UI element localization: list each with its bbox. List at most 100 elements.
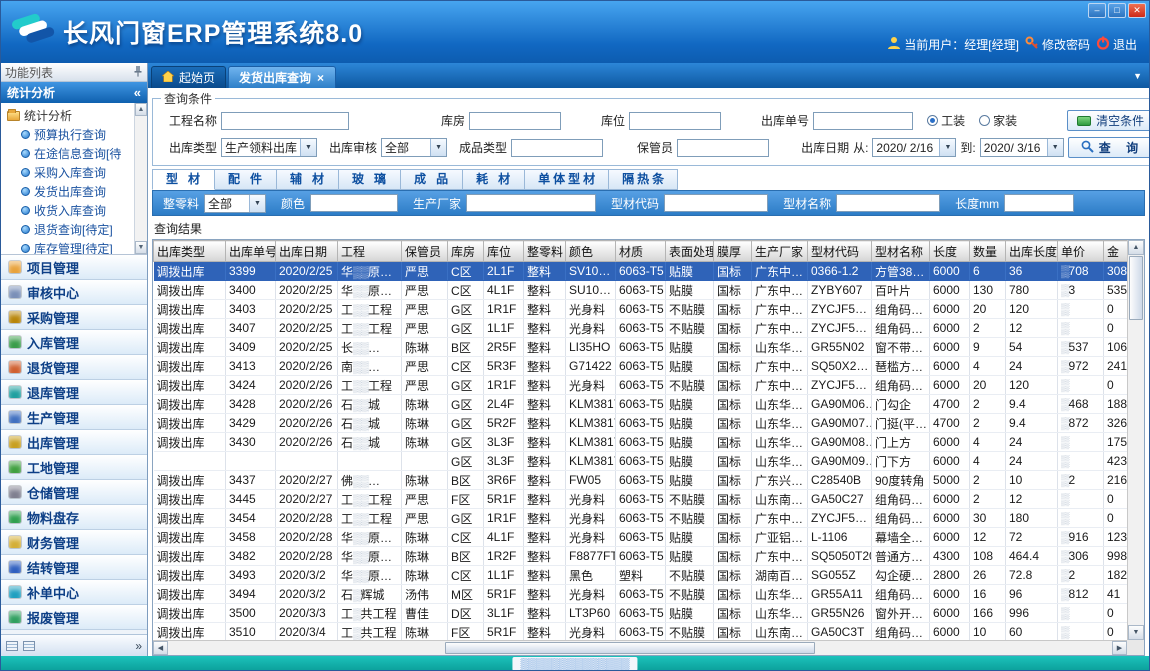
tree-item[interactable]: 采购入库查询 (7, 163, 133, 182)
cell[interactable]: 严思 (402, 319, 448, 338)
cell[interactable]: 光身料 (566, 490, 616, 509)
cell[interactable]: 308 (1104, 262, 1128, 281)
cell[interactable]: G区 (448, 414, 484, 433)
cell[interactable]: 2020/2/26 (276, 414, 338, 433)
column-header[interactable]: 库房 (448, 241, 484, 262)
cell[interactable]: ZYCJF5… (808, 319, 872, 338)
cell[interactable]: 华▒▒原… (338, 547, 402, 566)
cell[interactable]: 2 (970, 490, 1006, 509)
cell[interactable]: M区 (448, 585, 484, 604)
cell[interactable]: 光身料 (566, 300, 616, 319)
cell[interactable]: 0366-1.2 (808, 262, 872, 281)
cell[interactable]: KLM3817 (566, 433, 616, 452)
cell[interactable]: 2020/3/2 (276, 566, 338, 585)
cell[interactable]: 4 (970, 433, 1006, 452)
cell[interactable]: 20 (970, 376, 1006, 395)
cell[interactable]: 组角码… (872, 585, 930, 604)
cell[interactable]: 广亚铝… (752, 528, 808, 547)
cell[interactable]: 24 (1006, 433, 1058, 452)
cell[interactable]: 4 (970, 357, 1006, 376)
cell[interactable]: 6063-T5 (616, 357, 666, 376)
cell[interactable]: 黑色 (566, 566, 616, 585)
clear-conditions-button[interactable]: 清空条件 (1067, 110, 1150, 131)
cell[interactable]: 2020/2/27 (276, 471, 338, 490)
cell[interactable]: 2020/3/4 (276, 623, 338, 641)
cell[interactable]: 106 (1104, 338, 1128, 357)
material-tab[interactable]: 玻璃 (339, 169, 401, 190)
cell[interactable]: 0 (1104, 604, 1128, 623)
table-row[interactable]: 调拨出库34542020/2/28工▒▒工程严思G区1R1F整料光身料6063-… (154, 509, 1128, 528)
cell[interactable]: 不贴膜 (666, 319, 714, 338)
cell[interactable]: 陈琳 (402, 547, 448, 566)
cell[interactable]: 3L1F (484, 604, 524, 623)
radio-workwear[interactable]: 工装 (927, 112, 965, 129)
table-row[interactable]: 调拨出库34032020/2/25工▒▒工程严思G区1R1F整料光身料6063-… (154, 300, 1128, 319)
cell[interactable]: 广东中… (752, 300, 808, 319)
cell[interactable]: 2020/2/25 (276, 338, 338, 357)
cell[interactable]: 3400 (226, 281, 276, 300)
column-header[interactable]: 金 (1104, 241, 1128, 262)
sidebar-item-return-goods[interactable]: 退货管理 (1, 355, 147, 380)
cell[interactable]: ▒ (1058, 319, 1104, 338)
cell[interactable]: 湖南百… (752, 566, 808, 585)
sidebar-item-project[interactable]: 项目管理 (1, 255, 147, 280)
cell[interactable]: ▒537 (1058, 338, 1104, 357)
keeper-input[interactable] (677, 139, 769, 157)
cell[interactable]: 陈琳 (402, 471, 448, 490)
cell[interactable]: 山东南… (752, 490, 808, 509)
cell[interactable]: 0 (1104, 300, 1128, 319)
cell[interactable]: 调拨出库 (154, 338, 226, 357)
cell[interactable]: ▒916 (1058, 528, 1104, 547)
cell[interactable]: 国标 (714, 509, 752, 528)
cell[interactable]: 4L1F (484, 281, 524, 300)
cell[interactable]: 贴膜 (666, 604, 714, 623)
sidebar-item-audit[interactable]: 审核中心 (1, 280, 147, 305)
cell[interactable]: C28540B (808, 471, 872, 490)
sidebar-item-warehouse[interactable]: 仓储管理 (1, 480, 147, 505)
cell[interactable] (338, 452, 402, 471)
cell[interactable]: 6063-T5 (616, 281, 666, 300)
cell[interactable]: 2020/2/27 (276, 490, 338, 509)
cell[interactable]: 整料 (524, 528, 566, 547)
cell[interactable]: ▒ (1058, 433, 1104, 452)
cell[interactable]: 国标 (714, 528, 752, 547)
cell[interactable]: 780 (1006, 281, 1058, 300)
cell[interactable]: 90度转角 (872, 471, 930, 490)
cell[interactable]: G区 (448, 433, 484, 452)
cell[interactable]: ZYCJF5… (808, 300, 872, 319)
table-row[interactable]: 调拨出库34282020/2/26石▒▒城陈琳G区2L4F整料KLM381760… (154, 395, 1128, 414)
cell[interactable]: 组角码… (872, 509, 930, 528)
cell[interactable]: F区 (448, 623, 484, 641)
column-header[interactable]: 单价 (1058, 241, 1104, 262)
cell[interactable]: 6063-T5 (616, 414, 666, 433)
scroll-right-arrow[interactable]: ▶ (1112, 641, 1127, 655)
cell[interactable]: 广东中… (752, 547, 808, 566)
cell[interactable]: 6000 (930, 319, 970, 338)
sidebar-item-outbound[interactable]: 出库管理 (1, 430, 147, 455)
more-buttons-icon[interactable]: » (135, 639, 142, 653)
cell[interactable]: 2020/2/26 (276, 433, 338, 452)
material-tab[interactable]: 配件 (215, 169, 277, 190)
cell[interactable]: GA90M07… (808, 414, 872, 433)
cell[interactable]: 不贴膜 (666, 490, 714, 509)
cell[interactable]: 工▒▒工程 (338, 300, 402, 319)
cell[interactable]: G区 (448, 300, 484, 319)
radio-homewear[interactable]: 家装 (979, 112, 1017, 129)
cell[interactable]: ▒ (1058, 509, 1104, 528)
cell[interactable]: ZYCJF5… (808, 509, 872, 528)
cell[interactable]: 工▒▒工程 (338, 319, 402, 338)
cell[interactable]: 3403 (226, 300, 276, 319)
cell[interactable]: 6000 (930, 528, 970, 547)
column-header[interactable]: 保管员 (402, 241, 448, 262)
table-row[interactable]: 调拨出库34302020/2/26石▒▒城陈琳G区3L3F整料KLM381760… (154, 433, 1128, 452)
cell[interactable]: 调拨出库 (154, 547, 226, 566)
cell[interactable]: ▒306 (1058, 547, 1104, 566)
cell[interactable]: 5000 (930, 471, 970, 490)
cell[interactable]: ▒ (1058, 623, 1104, 641)
cell[interactable]: 3L3F (484, 452, 524, 471)
sidebar-item-inventory[interactable]: 物料盘存 (1, 505, 147, 530)
cell[interactable]: 2020/3/2 (276, 585, 338, 604)
cell[interactable]: 整料 (524, 547, 566, 566)
cell[interactable]: B区 (448, 547, 484, 566)
tree-item[interactable]: 退货查询[待定] (7, 220, 133, 239)
